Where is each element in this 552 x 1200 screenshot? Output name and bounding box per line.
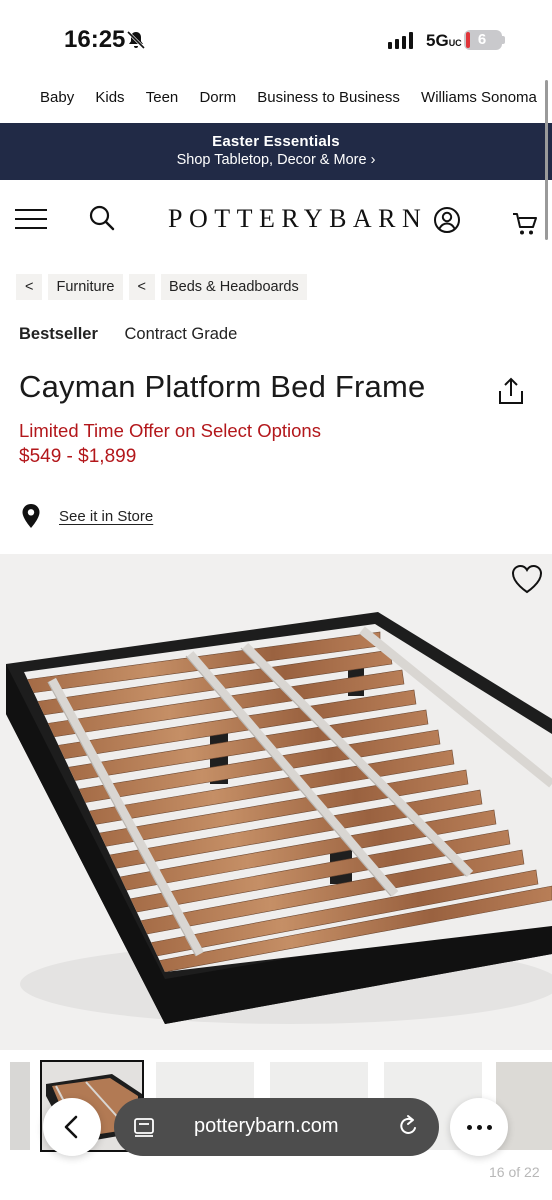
see-in-store[interactable]: See it in Store	[20, 502, 153, 530]
cart-icon[interactable]	[511, 210, 539, 238]
site-header: POTTERYBARN	[0, 180, 552, 260]
bell-slash-icon	[126, 30, 146, 50]
status-time: 16:25	[64, 26, 126, 53]
bestseller-badge: Bestseller	[19, 325, 98, 343]
breadcrumb-back-furniture[interactable]: <	[16, 274, 43, 300]
product-title: Cayman Platform Bed Frame	[19, 369, 426, 404]
chevron-left-icon	[64, 1115, 78, 1139]
see-in-store-link[interactable]: See it in Store	[59, 508, 153, 525]
url-text[interactable]: potterybarn.com	[194, 1115, 339, 1138]
product-image[interactable]	[0, 554, 552, 1050]
price-range: $549 - $1,899	[19, 446, 137, 467]
product-badges: Bestseller Contract Grade	[19, 325, 237, 344]
breadcrumb-back-beds[interactable]: <	[128, 274, 155, 300]
signal-icon	[388, 32, 413, 49]
nav-item-business[interactable]: Business to Business	[257, 89, 400, 106]
battery-icon: 6	[464, 30, 502, 50]
status-bar: 16:25 5GUC 6	[0, 0, 552, 80]
nav-item-williams-sonoma[interactable]: Williams Sonoma	[421, 89, 537, 106]
breadcrumb-furniture[interactable]: Furniture	[48, 274, 123, 300]
back-button[interactable]	[43, 1098, 101, 1156]
thumbnail[interactable]	[10, 1062, 30, 1150]
nav-item-baby[interactable]: Baby	[40, 89, 74, 106]
limited-offer-text[interactable]: Limited Time Offer on Select Options	[19, 420, 321, 442]
network-label: 5GUC	[426, 31, 462, 50]
breadcrumb-beds-headboards[interactable]: Beds & Headboards	[160, 274, 307, 300]
scrollbar[interactable]	[545, 80, 548, 240]
address-bar[interactable]: potterybarn.com	[114, 1098, 439, 1156]
reload-icon[interactable]	[396, 1114, 420, 1140]
battery-level: 6	[477, 31, 487, 48]
location-pin-icon	[22, 504, 40, 528]
breadcrumb: < Furniture < Beds & Headboards	[16, 274, 307, 300]
menu-icon[interactable]	[15, 209, 47, 229]
account-icon[interactable]	[433, 206, 461, 234]
promo-title: Easter Essentials	[212, 133, 340, 150]
contract-grade-badge: Contract Grade	[124, 325, 238, 343]
search-icon[interactable]	[88, 204, 116, 232]
category-nav: Baby Kids Teen Dorm Business to Business…	[40, 89, 552, 109]
more-options-button[interactable]	[450, 1098, 508, 1156]
brand-logo[interactable]: POTTERYBARN	[168, 204, 427, 234]
image-counter: 16 of 22	[489, 1164, 540, 1180]
nav-item-kids[interactable]: Kids	[95, 89, 124, 106]
tabs-icon[interactable]	[132, 1115, 156, 1139]
nav-item-dorm[interactable]: Dorm	[199, 89, 236, 106]
promo-banner[interactable]: Easter Essentials Shop Tabletop, Decor &…	[0, 123, 552, 180]
heart-icon[interactable]	[510, 563, 544, 595]
share-icon[interactable]	[497, 376, 525, 406]
promo-link[interactable]: Shop Tabletop, Decor & More ›	[0, 152, 552, 168]
nav-item-teen[interactable]: Teen	[146, 89, 179, 106]
